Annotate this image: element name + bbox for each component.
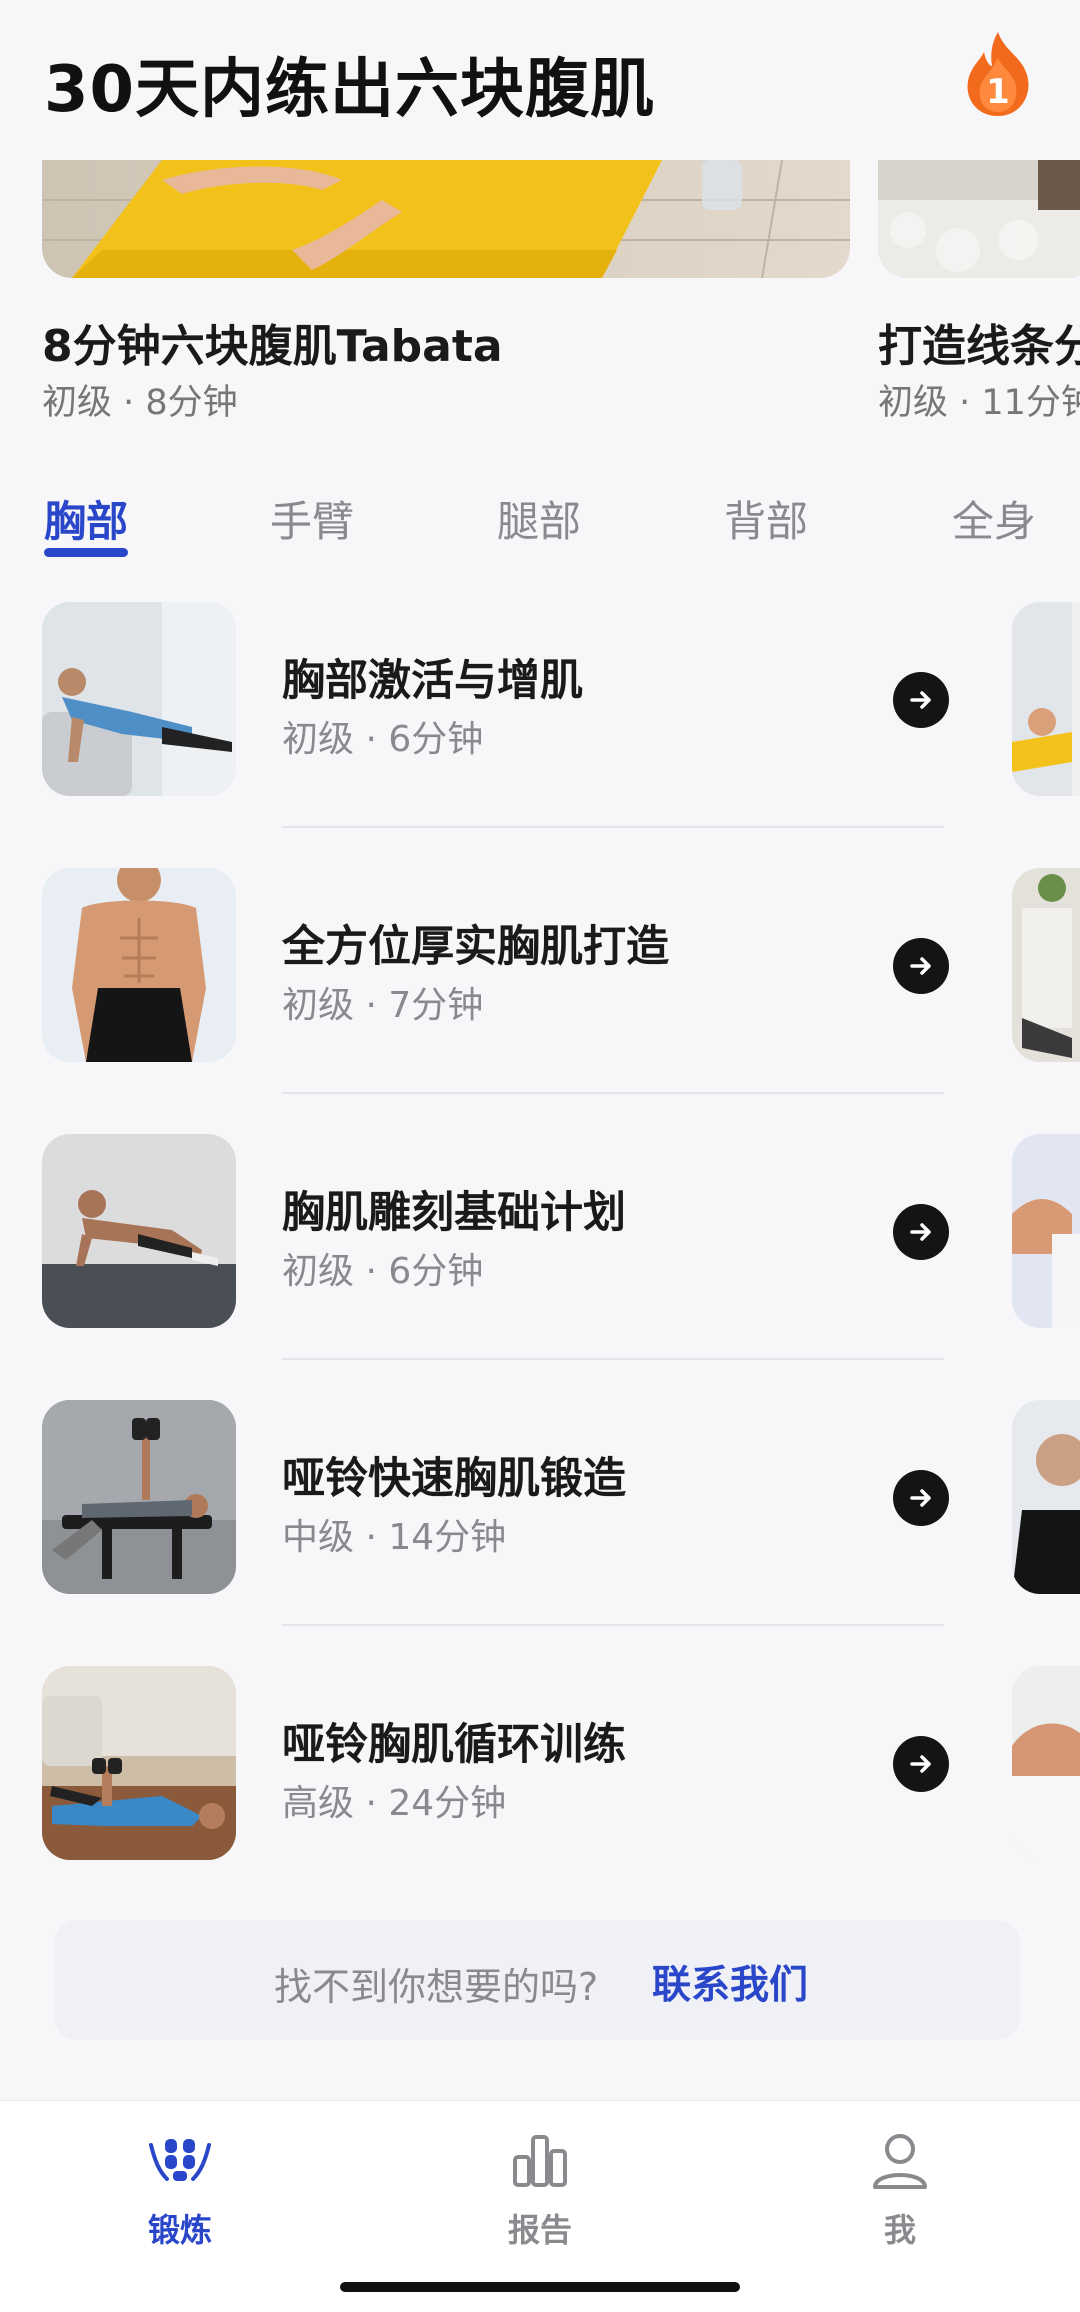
divider [282, 826, 944, 828]
next-column-thumbnail [1012, 868, 1080, 1062]
workout-meta: 初级 · 7分钟 [282, 985, 484, 1026]
workout-list-item[interactable]: 哑铃快速胸肌锻造 中级 · 14分钟 [0, 1400, 1080, 1666]
nav-label: 锻炼 [147, 2211, 212, 2249]
nav-label: 我 [883, 2211, 916, 2249]
featured-title: 打造线条分 [878, 321, 1080, 372]
nav-workout[interactable]: 锻炼 [90, 2131, 270, 2251]
category-tabs: 胸部 手臂 腿部 背部 全身 [0, 488, 1080, 568]
workout-thumbnail [42, 1134, 236, 1328]
start-workout-button[interactable] [893, 938, 949, 994]
tab-chest[interactable]: 胸部 [44, 488, 128, 549]
featured-image [42, 160, 850, 278]
next-column-thumbnail [1012, 602, 1080, 796]
next-column-thumbnail [1012, 1134, 1080, 1328]
nav-profile[interactable]: 我 [810, 2131, 990, 2251]
arrow-right-icon [910, 691, 931, 709]
profile-icon [873, 2134, 927, 2189]
workout-list-item[interactable]: 胸部激活与增肌 初级 · 6分钟 [0, 602, 1080, 868]
start-workout-button[interactable] [893, 1204, 949, 1260]
dumbbell-icon [149, 2139, 211, 2181]
workout-list-item[interactable]: 胸肌雕刻基础计划 初级 · 6分钟 [0, 1134, 1080, 1400]
divider [282, 1358, 944, 1360]
featured-meta: 初级 · 8分钟 [42, 383, 238, 423]
workout-meta: 高级 · 24分钟 [282, 1783, 507, 1824]
contact-us-link[interactable]: 联系我们 [652, 1954, 808, 2010]
streak-badge[interactable]: 1 [958, 28, 1038, 120]
next-column-thumbnail [1012, 1666, 1080, 1860]
featured-image [878, 160, 1080, 278]
divider [282, 1624, 944, 1626]
workout-thumbnail [42, 1400, 236, 1594]
tab-arms[interactable]: 手臂 [270, 488, 354, 549]
arrow-right-icon [910, 1223, 931, 1241]
start-workout-button[interactable] [893, 1470, 949, 1526]
workout-thumbnail [42, 868, 236, 1062]
workout-list-item[interactable]: 全方位厚实胸肌打造 初级 · 7分钟 [0, 868, 1080, 1134]
workout-title: 哑铃快速胸肌锻造 [282, 1454, 626, 1504]
workout-title: 胸肌雕刻基础计划 [282, 1188, 626, 1238]
arrow-right-icon [910, 957, 931, 975]
nav-report[interactable]: 报告 [450, 2131, 630, 2251]
workout-thumbnail [42, 1666, 236, 1860]
active-tab-indicator [44, 548, 128, 557]
workout-list-item[interactable]: 哑铃胸肌循环训练 高级 · 24分钟 [0, 1666, 1080, 1932]
featured-meta: 初级 · 11分钟 [878, 383, 1080, 423]
workout-title: 全方位厚实胸肌打造 [282, 922, 669, 972]
contact-question: 找不到你想要的吗? [274, 1965, 599, 2009]
workout-title: 胸部激活与增肌 [282, 656, 583, 706]
start-workout-button[interactable] [893, 672, 949, 728]
divider [282, 1092, 944, 1094]
home-indicator[interactable] [340, 2282, 740, 2292]
page-title: 30天内练出六块腹肌 [44, 53, 656, 127]
header: 30天内练出六块腹肌 1 [0, 0, 1080, 160]
bar-chart-icon [513, 2135, 567, 2187]
tab-legs[interactable]: 腿部 [497, 488, 581, 549]
workout-meta: 初级 · 6分钟 [282, 1251, 484, 1292]
arrow-right-icon [910, 1755, 931, 1773]
workout-title: 哑铃胸肌循环训练 [282, 1720, 626, 1770]
workout-thumbnail [42, 602, 236, 796]
start-workout-button[interactable] [893, 1736, 949, 1792]
workout-meta: 初级 · 6分钟 [282, 719, 484, 760]
next-column-thumbnail [1012, 1400, 1080, 1594]
streak-count: 1 [986, 72, 1010, 112]
featured-title: 8分钟六块腹肌Tabata [42, 321, 503, 372]
nav-label: 报告 [507, 2211, 572, 2249]
bottom-nav: 锻炼 报告 我 [0, 2100, 1080, 2312]
workout-meta: 中级 · 14分钟 [282, 1517, 507, 1558]
tab-back[interactable]: 背部 [724, 488, 808, 549]
arrow-right-icon [910, 1489, 931, 1507]
contact-banner: 找不到你想要的吗? 联系我们 [54, 1920, 1020, 2040]
tab-full-body[interactable]: 全身 [952, 488, 1036, 549]
